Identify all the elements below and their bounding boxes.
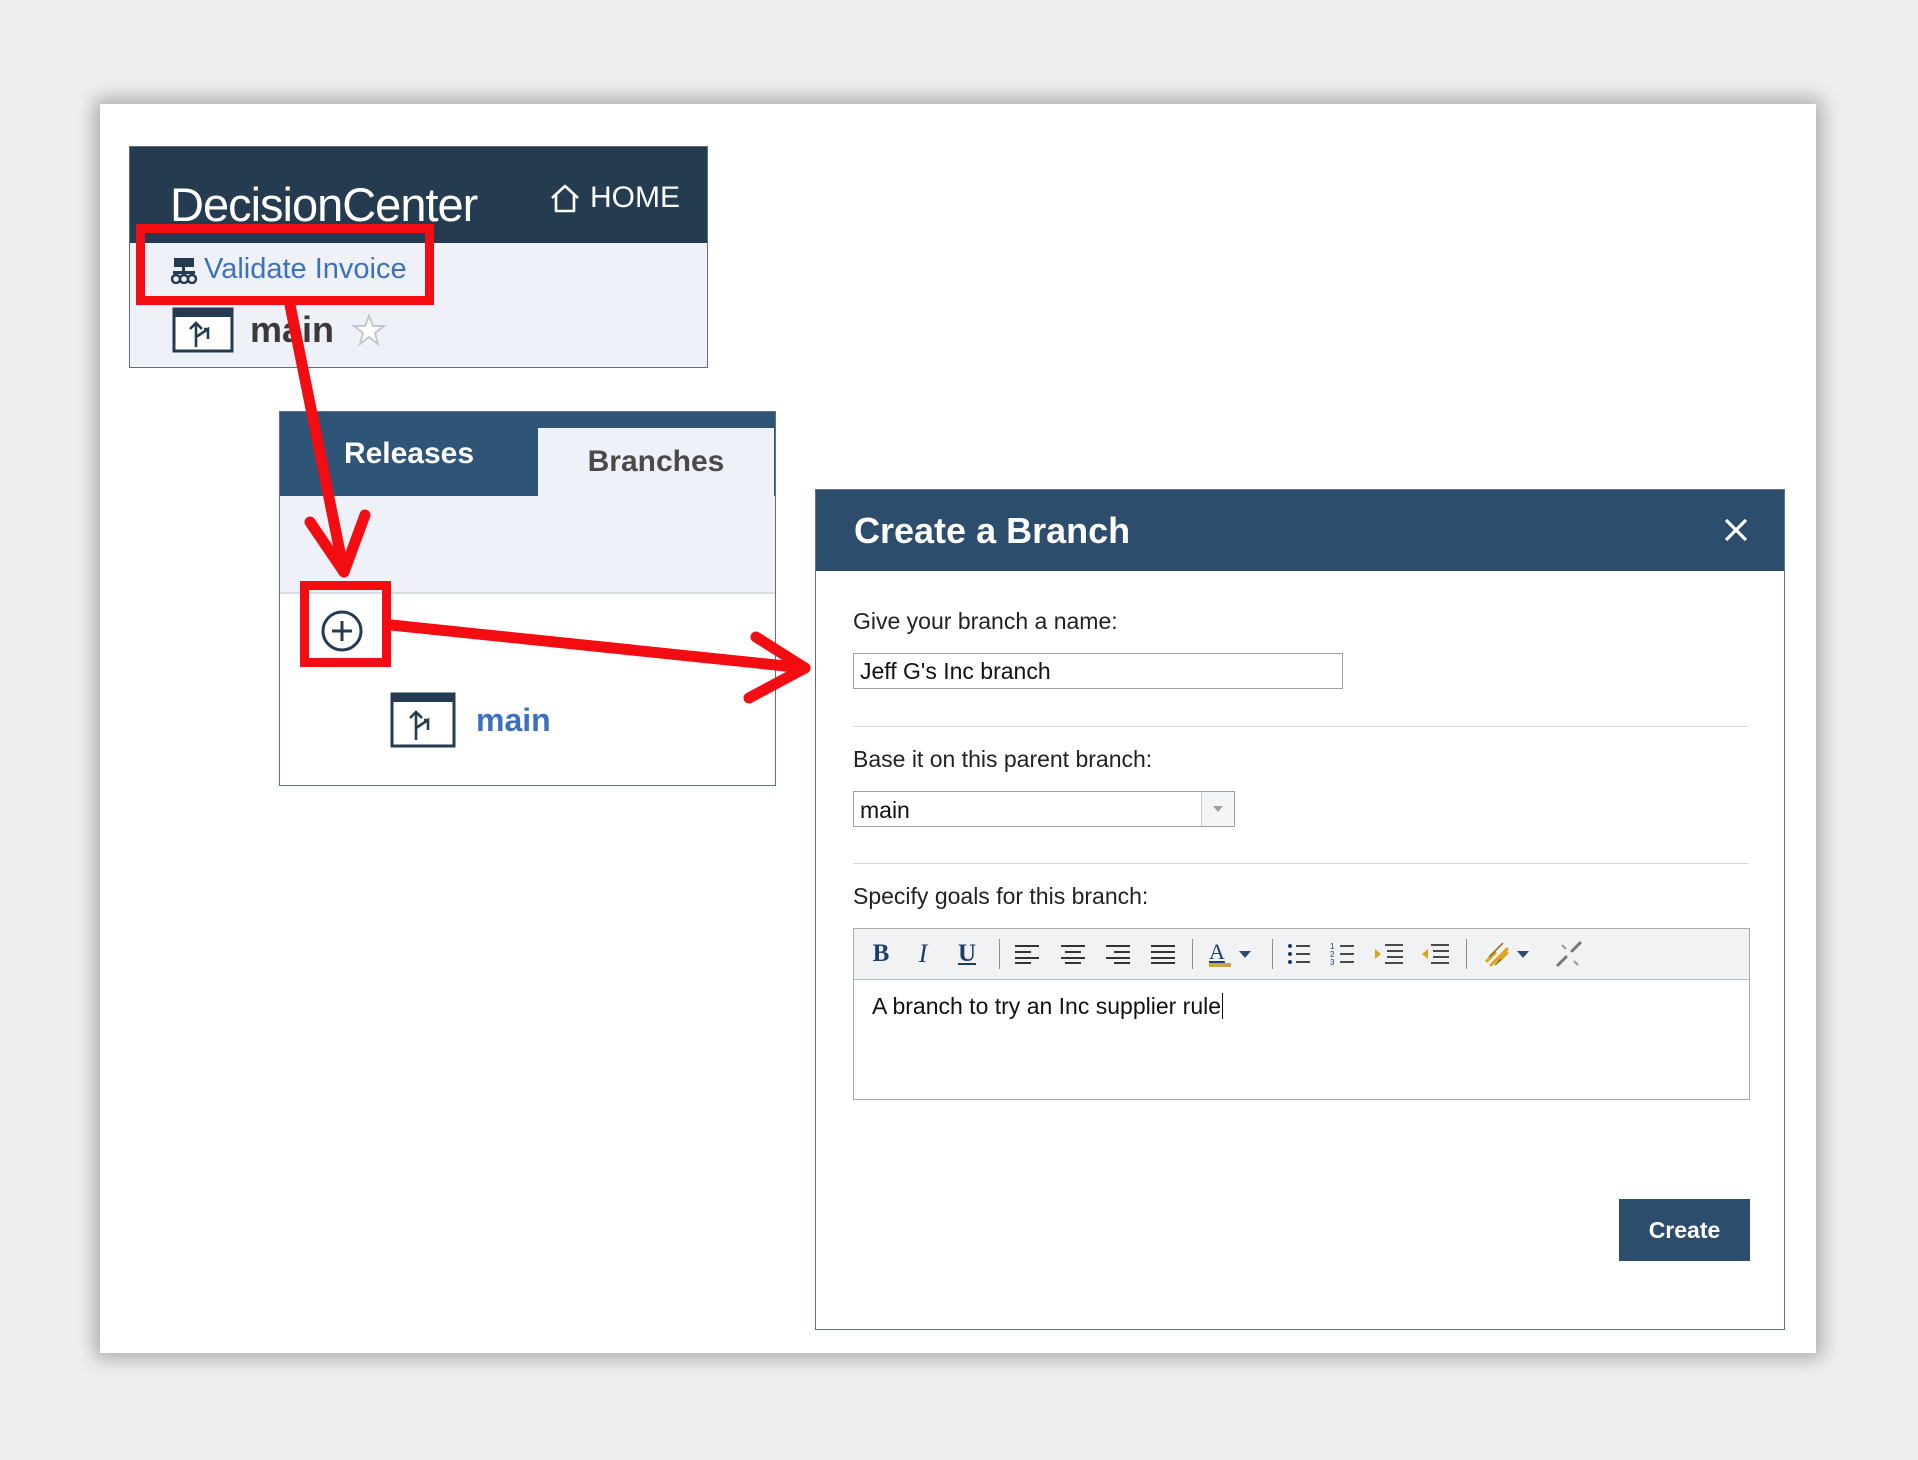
- annotation-arrows: [284, 299, 811, 704]
- annotation-arrow-down: [284, 299, 371, 578]
- annotation-arrow-right: [385, 619, 811, 704]
